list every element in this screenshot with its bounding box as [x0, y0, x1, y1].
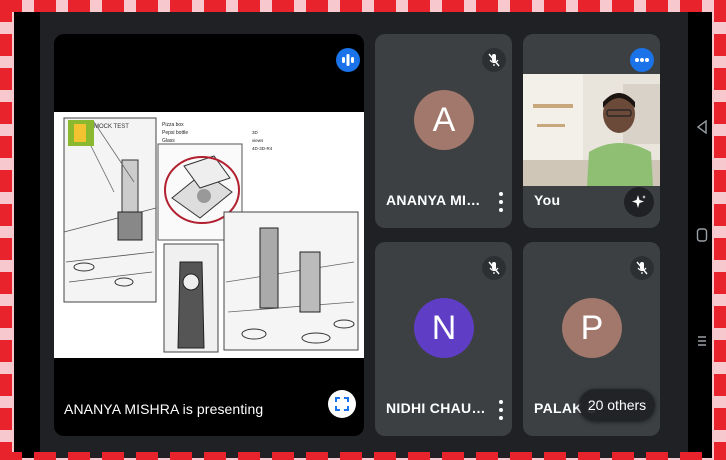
svg-text:Glass: Glass	[162, 138, 175, 144]
device-screen: MOCK TEST Pizza box Pepsi bottle Glass 3…	[14, 12, 712, 458]
participant-tile-ananya[interactable]: A ANANYA MI…	[375, 34, 512, 228]
svg-text:Pizza box: Pizza box	[162, 122, 184, 128]
avatar: P	[562, 298, 622, 358]
effects-button[interactable]	[624, 187, 654, 217]
participant-name: NIDHI CHAU…	[386, 400, 486, 416]
more-options-icon[interactable]	[499, 400, 503, 420]
participant-tile-palak[interactable]: P PALAK S 20 others	[523, 242, 660, 436]
fullscreen-icon	[335, 397, 349, 411]
shared-slide: MOCK TEST Pizza box Pepsi bottle Glass 3…	[54, 112, 364, 358]
home-icon[interactable]	[696, 228, 708, 242]
camera-video	[523, 74, 660, 186]
speaking-indicator-icon	[336, 48, 360, 72]
presenting-caption: ANANYA MISHRA is presenting	[64, 401, 264, 417]
fullscreen-button[interactable]	[328, 390, 356, 418]
top-border	[0, 0, 726, 12]
svg-text:views: views	[252, 138, 264, 143]
participant-tile-you[interactable]: You	[523, 34, 660, 228]
mic-off-icon	[482, 256, 506, 280]
slide-title-text: MOCK TEST	[94, 124, 129, 130]
recents-icon[interactable]	[696, 334, 708, 348]
avatar: A	[414, 90, 474, 150]
presentation-tile[interactable]: MOCK TEST Pizza box Pepsi bottle Glass 3…	[54, 34, 364, 436]
avatar: N	[414, 298, 474, 358]
svg-text:3D: 3D	[252, 130, 259, 135]
others-overflow-button[interactable]: 20 others	[579, 389, 655, 421]
mic-off-icon	[630, 256, 654, 280]
more-options-icon[interactable]	[499, 192, 503, 212]
left-border	[0, 0, 12, 460]
svg-text:Pepsi bottle: Pepsi bottle	[162, 130, 188, 136]
back-icon[interactable]	[696, 120, 708, 134]
svg-text:4D-3D-R4: 4D-3D-R4	[252, 146, 273, 151]
bottom-border	[0, 452, 726, 460]
speaking-indicator-icon	[630, 48, 654, 72]
mic-off-icon	[482, 48, 506, 72]
sparkle-icon	[632, 195, 646, 208]
participant-name: You	[534, 192, 561, 208]
meeting-grid: MOCK TEST Pizza box Pepsi bottle Glass 3…	[40, 12, 688, 458]
participant-tile-nidhi[interactable]: N NIDHI CHAU…	[375, 242, 512, 436]
participant-name: ANANYA MI…	[386, 192, 481, 208]
right-border	[714, 0, 726, 460]
sketch-drawing: MOCK TEST Pizza box Pepsi bottle Glass 3…	[54, 112, 364, 358]
